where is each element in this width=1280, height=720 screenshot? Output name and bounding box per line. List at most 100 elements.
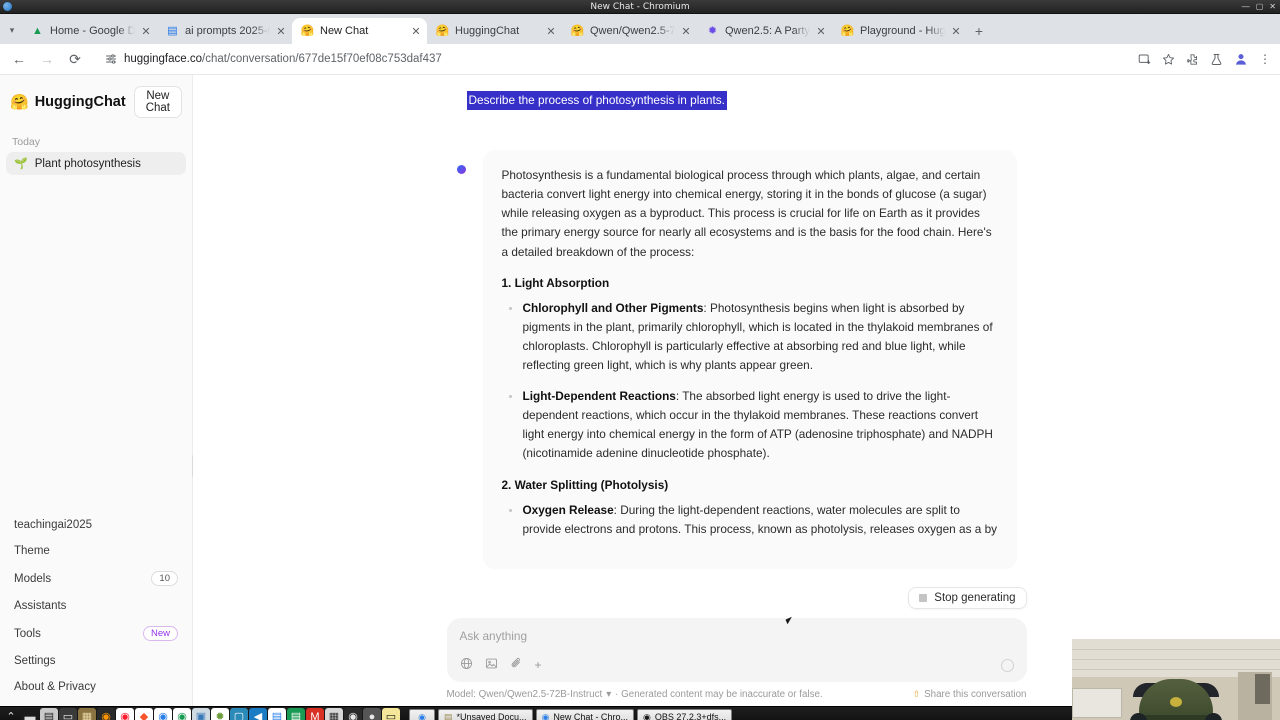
share-conversation-label: Share this conversation — [924, 689, 1027, 700]
notes-icon[interactable]: ▭ — [382, 708, 400, 720]
attach-paperclip-icon[interactable] — [510, 657, 523, 673]
new-chat-button[interactable]: New Chat — [133, 86, 182, 118]
taskbar-window-label: OBS 27.2.3+dfs... — [654, 712, 727, 720]
qwen-icon: ✹ — [707, 24, 718, 37]
assistant-message-bubble: Photosynthesis is a fundamental biologic… — [482, 150, 1017, 569]
tab-close-icon[interactable]: ✕ — [141, 25, 151, 38]
share-conversation-link[interactable]: ⇧ Share this conversation — [913, 689, 1027, 700]
sidebar-link-badge: New — [142, 626, 178, 641]
assistant-section-heading: 2. Water Splitting (Photolysis) — [501, 477, 669, 492]
sidebar-link-about-privacy[interactable]: About & Privacy — [0, 674, 192, 700]
assistant-list-item: Oxygen Release: During the light-depende… — [502, 501, 998, 539]
image-upload-icon[interactable] — [485, 657, 498, 673]
url-path: /chat/conversation/677de15f70ef08c753daf… — [202, 53, 442, 65]
sidebar-link-label: Tools — [14, 627, 41, 640]
footer-model-label[interactable]: Model: Qwen/Qwen2.5-72B-Instruct — [447, 689, 603, 700]
taskbar-window-list: ◉ ▤ *Unsaved Docu... ◉ New Chat - Chro... ◉ OB… — [409, 708, 733, 720]
reload-button[interactable]: ⟳ — [62, 46, 88, 72]
browser-tab[interactable]: ▤ ai prompts 2025-01 - Goo ✕ — [157, 18, 292, 44]
tab-search-icon[interactable]: ▾ — [2, 16, 22, 44]
taskbar-window-button[interactable]: ◉ — [409, 708, 435, 720]
webcam-whiteboard — [1072, 687, 1122, 718]
sidebar-link-badge: 10 — [151, 571, 178, 586]
terminal-icon[interactable]: ▬ — [21, 708, 39, 720]
send-circle-icon[interactable] — [1000, 658, 1014, 672]
arch-menu-icon[interactable]: ⌃ — [2, 708, 20, 720]
browser-tab[interactable]: 🤗 New Chat ✕ — [292, 18, 427, 44]
taskbar-window-button[interactable]: ▤ *Unsaved Docu... — [438, 708, 533, 720]
profile-avatar-icon[interactable] — [1234, 52, 1248, 66]
chat-scroll-area[interactable]: Describe the process of photosynthesis i… — [193, 75, 1280, 587]
sidebar-link-label: About & Privacy — [14, 681, 96, 693]
chrome-icon[interactable]: ◉ — [173, 708, 191, 720]
vscode-icon[interactable]: ◀ — [249, 708, 267, 720]
composer-placeholder[interactable]: Ask anything — [460, 629, 1014, 643]
tab-close-icon[interactable]: ✕ — [276, 25, 286, 38]
assistant-intro-paragraph: Photosynthesis is a fundamental biologic… — [501, 168, 992, 259]
huggingface-emoji-icon: 🤗 — [10, 93, 29, 111]
gimp-icon[interactable]: ✹ — [211, 708, 229, 720]
calculator-icon[interactable]: ▦ — [325, 708, 343, 720]
user-message-row: Describe the process of photosynthesis i… — [457, 91, 1017, 111]
sidebar-link-tools[interactable]: Tools New — [0, 619, 192, 648]
sidebar-link-theme[interactable]: Theme — [0, 538, 192, 564]
maximize-button[interactable]: ▢ — [1256, 0, 1264, 14]
sheets-icon[interactable]: ▤ — [287, 708, 305, 720]
stop-generating-button[interactable]: Stop generating — [908, 587, 1027, 609]
web-search-globe-icon[interactable] — [460, 657, 473, 673]
address-bar[interactable]: huggingface.co/chat/conversation/677de15… — [95, 47, 1131, 71]
firefox-icon[interactable]: ◉ — [97, 708, 115, 720]
files-icon[interactable]: ▤ — [40, 708, 58, 720]
browser-menu-icon[interactable]: ⋮ — [1259, 52, 1271, 66]
chat-main: Describe the process of photosynthesis i… — [193, 75, 1280, 706]
tab-close-icon[interactable]: ✕ — [951, 25, 961, 38]
assistant-avatar-icon — [456, 165, 466, 175]
footer-model-caret[interactable]: ▾ — [606, 689, 611, 700]
add-more-icon[interactable]: + — [535, 658, 542, 672]
image-viewer-icon[interactable]: ▣ — [192, 708, 210, 720]
opera-icon[interactable]: ◉ — [116, 708, 134, 720]
message-composer[interactable]: Ask anything + — [446, 618, 1027, 682]
browser-tab[interactable]: ▲ Home - Google Drive ✕ — [22, 18, 157, 44]
docs-icon[interactable]: ▤ — [268, 708, 286, 720]
chromium-icon[interactable]: ◉ — [154, 708, 172, 720]
browser-tab[interactable]: 🤗 Qwen/Qwen2.5-72B-Instru ✕ — [562, 18, 697, 44]
browser-tab[interactable]: 🤗 Playground - Hugging Fac ✕ — [832, 18, 967, 44]
back-button[interactable]: ← — [6, 46, 32, 72]
tab-close-icon[interactable]: ✕ — [681, 25, 691, 38]
site-settings-icon[interactable] — [105, 53, 117, 65]
taskbar-window-button[interactable]: ◉ New Chat - Chro... — [535, 708, 634, 720]
forward-button[interactable]: → — [34, 46, 60, 72]
sidebar-link-settings[interactable]: Settings — [0, 648, 192, 674]
tab-close-icon[interactable]: ✕ — [816, 25, 826, 38]
tab-close-icon[interactable]: ✕ — [546, 25, 556, 38]
obs-icon[interactable]: ◉ — [344, 708, 362, 720]
browser-tab[interactable]: ✹ Qwen2.5: A Party of Foun ✕ — [697, 18, 832, 44]
window-controls[interactable]: — ▢ ✕ — [1242, 0, 1276, 14]
install-app-icon[interactable] — [1138, 53, 1151, 66]
browser-tab[interactable]: 🤗 HuggingChat ✕ — [427, 18, 562, 44]
conversation-list-item[interactable]: 🌱 Plant photosynthesis — [6, 152, 186, 175]
assistant-list-item-term: Light-Dependent Reactions — [522, 389, 676, 404]
brave-icon[interactable]: ◆ — [135, 708, 153, 720]
bookmark-star-icon[interactable] — [1162, 53, 1175, 66]
teams-icon[interactable]: ▢ — [230, 708, 248, 720]
display-icon[interactable]: ▭ — [59, 708, 77, 720]
gmail-icon[interactable]: M — [306, 708, 324, 720]
sidebar-link-teachingai2025[interactable]: teachingai2025 — [0, 512, 192, 538]
composer-area: Stop generating Ask anything + Model: Qw… — [446, 587, 1027, 706]
user-message-text[interactable]: Describe the process of photosynthesis i… — [466, 91, 727, 111]
sidebar-link-assistants[interactable]: Assistants — [0, 593, 192, 619]
extensions-puzzle-icon[interactable] — [1186, 53, 1199, 66]
close-button[interactable]: ✕ — [1269, 0, 1276, 14]
brand-logo[interactable]: 🤗 HuggingChat — [10, 94, 126, 110]
url-domain: huggingface.co — [124, 53, 203, 65]
lab-flask-icon[interactable] — [1210, 53, 1223, 66]
tab-close-icon[interactable]: ✕ — [411, 25, 421, 38]
minimize-button[interactable]: — — [1242, 0, 1250, 14]
text-editor-icon[interactable]: ▦ — [78, 708, 96, 720]
new-tab-button[interactable]: + — [967, 18, 991, 44]
taskbar-window-button[interactable]: ◉ OBS 27.2.3+dfs... — [636, 708, 733, 720]
audio-icon[interactable]: ● — [363, 708, 381, 720]
sidebar-link-models[interactable]: Models 10 — [0, 564, 192, 593]
